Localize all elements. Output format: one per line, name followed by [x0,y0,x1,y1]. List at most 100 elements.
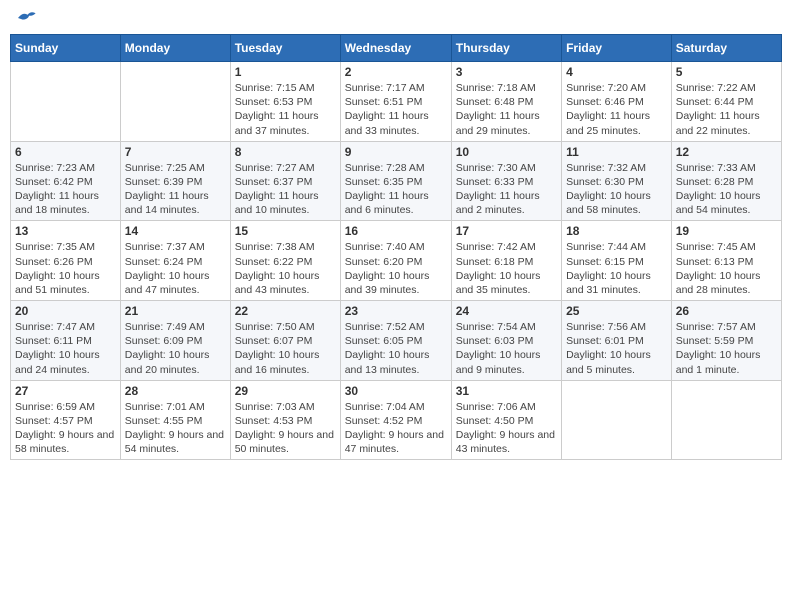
week-row-2: 6Sunrise: 7:23 AM Sunset: 6:42 PM Daylig… [11,141,782,221]
day-cell: 18 Sunrise: 7:44 AM Sunset: 6:15 PM Dayli… [562,221,672,301]
day-cell: 13Sunrise: 7:35 AM Sunset: 6:26 PM Dayli… [11,221,121,301]
day-cell [562,380,672,460]
day-number: 28 [125,384,226,398]
header-saturday: Saturday [671,35,781,62]
day-number: 30 [345,384,447,398]
day-info: Sunrise: 6:59 AM Sunset: 4:57 PM Dayligh… [15,400,116,457]
week-row-5: 27 Sunrise: 6:59 AM Sunset: 4:57 PM Dayli… [11,380,782,460]
day-info: Sunrise: 7:06 AM Sunset: 4:50 PM Dayligh… [456,400,557,457]
day-cell: 8 Sunrise: 7:27 AM Sunset: 6:37 PM Daylig… [230,141,340,221]
day-info: Sunrise: 7:38 AM Sunset: 6:22 PM Dayligh… [235,240,336,297]
logo [14,10,36,26]
day-number: 6 [15,145,116,159]
day-info: Sunrise: 7:37 AM Sunset: 6:24 PM Dayligh… [125,240,226,297]
day-number: 17 [456,224,557,238]
header-monday: Monday [120,35,230,62]
day-number: 12 [676,145,777,159]
header-thursday: Thursday [451,35,561,62]
week-row-1: 1Sunrise: 7:15 AM Sunset: 6:53 PM Daylig… [11,62,782,142]
day-number: 3 [456,65,557,79]
day-number: 19 [676,224,777,238]
day-cell: 19 Sunrise: 7:45 AM Sunset: 6:13 PM Dayli… [671,221,781,301]
day-cell: 5 Sunrise: 7:22 AM Sunset: 6:44 PM Daylig… [671,62,781,142]
day-cell: 16 Sunrise: 7:40 AM Sunset: 6:20 PM Dayli… [340,221,451,301]
day-info: Sunrise: 7:42 AM Sunset: 6:18 PM Dayligh… [456,240,557,297]
day-number: 26 [676,304,777,318]
day-number: 20 [15,304,116,318]
day-number: 13 [15,224,116,238]
day-info: Sunrise: 7:32 AM Sunset: 6:30 PM Dayligh… [566,161,667,218]
calendar-header-row: SundayMondayTuesdayWednesdayThursdayFrid… [11,35,782,62]
day-number: 5 [676,65,777,79]
day-cell [671,380,781,460]
day-info: Sunrise: 7:54 AM Sunset: 6:03 PM Dayligh… [456,320,557,377]
day-cell: 25Sunrise: 7:56 AM Sunset: 6:01 PM Dayli… [562,301,672,381]
day-info: Sunrise: 7:33 AM Sunset: 6:28 PM Dayligh… [676,161,777,218]
day-number: 24 [456,304,557,318]
day-cell: 28 Sunrise: 7:01 AM Sunset: 4:55 PM Dayli… [120,380,230,460]
day-cell: 27 Sunrise: 6:59 AM Sunset: 4:57 PM Dayli… [11,380,121,460]
day-cell: 23 Sunrise: 7:52 AM Sunset: 6:05 PM Dayli… [340,301,451,381]
day-number: 21 [125,304,226,318]
day-info: Sunrise: 7:18 AM Sunset: 6:48 PM Dayligh… [456,81,557,138]
day-cell: 14 Sunrise: 7:37 AM Sunset: 6:24 PM Dayli… [120,221,230,301]
day-cell: 3 Sunrise: 7:18 AM Sunset: 6:48 PM Daylig… [451,62,561,142]
header-wednesday: Wednesday [340,35,451,62]
day-number: 15 [235,224,336,238]
day-info: Sunrise: 7:44 AM Sunset: 6:15 PM Dayligh… [566,240,667,297]
day-info: Sunrise: 7:22 AM Sunset: 6:44 PM Dayligh… [676,81,777,138]
day-cell: 24 Sunrise: 7:54 AM Sunset: 6:03 PM Dayli… [451,301,561,381]
day-info: Sunrise: 7:49 AM Sunset: 6:09 PM Dayligh… [125,320,226,377]
day-number: 1 [235,65,336,79]
day-cell: 20 Sunrise: 7:47 AM Sunset: 6:11 PM Dayli… [11,301,121,381]
day-info: Sunrise: 7:03 AM Sunset: 4:53 PM Dayligh… [235,400,336,457]
logo-bird-icon [16,10,36,26]
day-cell: 17 Sunrise: 7:42 AM Sunset: 6:18 PM Dayli… [451,221,561,301]
day-number: 18 [566,224,667,238]
day-number: 31 [456,384,557,398]
day-cell: 10Sunrise: 7:30 AM Sunset: 6:33 PM Dayli… [451,141,561,221]
day-number: 8 [235,145,336,159]
page-header [10,10,782,26]
day-cell: 12 Sunrise: 7:33 AM Sunset: 6:28 PM Dayli… [671,141,781,221]
day-number: 22 [235,304,336,318]
day-info: Sunrise: 7:20 AM Sunset: 6:46 PM Dayligh… [566,81,667,138]
day-cell: 4 Sunrise: 7:20 AM Sunset: 6:46 PM Daylig… [562,62,672,142]
day-number: 27 [15,384,116,398]
day-info: Sunrise: 7:52 AM Sunset: 6:05 PM Dayligh… [345,320,447,377]
day-info: Sunrise: 7:25 AM Sunset: 6:39 PM Dayligh… [125,161,226,218]
day-info: Sunrise: 7:01 AM Sunset: 4:55 PM Dayligh… [125,400,226,457]
day-info: Sunrise: 7:50 AM Sunset: 6:07 PM Dayligh… [235,320,336,377]
day-info: Sunrise: 7:40 AM Sunset: 6:20 PM Dayligh… [345,240,447,297]
day-cell: 9 Sunrise: 7:28 AM Sunset: 6:35 PM Daylig… [340,141,451,221]
day-cell: 7 Sunrise: 7:25 AM Sunset: 6:39 PM Daylig… [120,141,230,221]
day-number: 14 [125,224,226,238]
day-cell: 15 Sunrise: 7:38 AM Sunset: 6:22 PM Dayli… [230,221,340,301]
week-row-4: 20 Sunrise: 7:47 AM Sunset: 6:11 PM Dayli… [11,301,782,381]
header-sunday: Sunday [11,35,121,62]
day-info: Sunrise: 7:56 AM Sunset: 6:01 PM Dayligh… [566,320,667,377]
day-number: 7 [125,145,226,159]
day-cell: 30Sunrise: 7:04 AM Sunset: 4:52 PM Dayli… [340,380,451,460]
day-cell: 31 Sunrise: 7:06 AM Sunset: 4:50 PM Dayli… [451,380,561,460]
day-number: 4 [566,65,667,79]
day-number: 16 [345,224,447,238]
day-info: Sunrise: 7:27 AM Sunset: 6:37 PM Dayligh… [235,161,336,218]
day-cell [120,62,230,142]
day-number: 23 [345,304,447,318]
day-info: Sunrise: 7:47 AM Sunset: 6:11 PM Dayligh… [15,320,116,377]
day-cell: 21 Sunrise: 7:49 AM Sunset: 6:09 PM Dayli… [120,301,230,381]
day-cell: 2 Sunrise: 7:17 AM Sunset: 6:51 PM Daylig… [340,62,451,142]
day-cell: 1Sunrise: 7:15 AM Sunset: 6:53 PM Daylig… [230,62,340,142]
day-info: Sunrise: 7:28 AM Sunset: 6:35 PM Dayligh… [345,161,447,218]
day-info: Sunrise: 7:57 AM Sunset: 5:59 PM Dayligh… [676,320,777,377]
day-number: 9 [345,145,447,159]
day-info: Sunrise: 7:30 AM Sunset: 6:33 PM Dayligh… [456,161,557,218]
day-number: 2 [345,65,447,79]
day-cell: 6Sunrise: 7:23 AM Sunset: 6:42 PM Daylig… [11,141,121,221]
day-number: 11 [566,145,667,159]
day-cell: 11 Sunrise: 7:32 AM Sunset: 6:30 PM Dayli… [562,141,672,221]
day-info: Sunrise: 7:45 AM Sunset: 6:13 PM Dayligh… [676,240,777,297]
day-cell: 26 Sunrise: 7:57 AM Sunset: 5:59 PM Dayli… [671,301,781,381]
day-info: Sunrise: 7:17 AM Sunset: 6:51 PM Dayligh… [345,81,447,138]
